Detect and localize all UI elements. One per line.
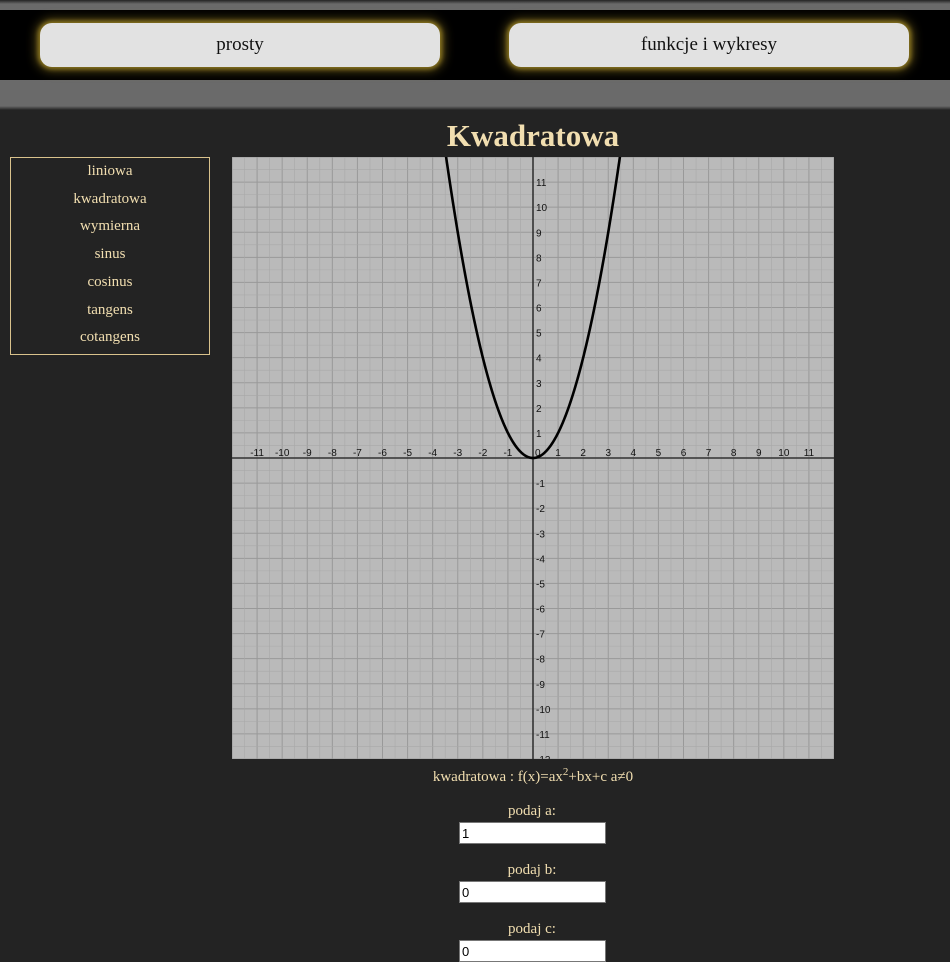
y-tick-label: -4 — [536, 554, 545, 565]
y-tick-label: -2 — [536, 504, 545, 515]
y-tick-label: -11 — [536, 730, 550, 741]
x-tick-label: -2 — [478, 448, 487, 459]
y-tick-label: -5 — [536, 579, 545, 590]
y-tick-label: 3 — [536, 379, 542, 390]
menu-item-wymierna[interactable]: wymierna — [80, 215, 140, 243]
x-tick-label: 4 — [631, 448, 637, 459]
x-tick-label: 3 — [605, 448, 611, 459]
y-tick-label: -6 — [536, 605, 545, 616]
menu-item-kwadratowa[interactable]: kwadratowa — [73, 188, 146, 216]
page-title: Kwadratowa — [446, 118, 620, 153]
x-tick-label: 7 — [706, 448, 712, 459]
x-tick-label: -8 — [328, 448, 337, 459]
nav-button-prosty[interactable]: prosty — [40, 23, 440, 67]
x-tick-label: 2 — [580, 448, 586, 459]
x-tick-label: -9 — [303, 448, 312, 459]
y-tick-label: 11 — [536, 178, 547, 189]
y-tick-label: 8 — [536, 253, 542, 264]
x-tick-label: -6 — [378, 448, 387, 459]
menu-item-cotangens[interactable]: cotangens — [80, 326, 140, 354]
y-tick-label: 7 — [536, 278, 542, 289]
x-tick-label: 9 — [756, 448, 762, 459]
y-tick-label: -12 — [536, 755, 551, 759]
y-tick-label: 2 — [536, 404, 542, 415]
function-formula: kwadratowa : f(x)=ax2+bx+c a≠0 — [232, 766, 834, 786]
input-b[interactable] — [459, 881, 606, 903]
x-tick-label: -4 — [428, 448, 437, 459]
x-tick-label: -11 — [250, 448, 264, 459]
x-tick-label: 5 — [656, 448, 662, 459]
x-tick-label: -1 — [503, 448, 512, 459]
function-graph: -11 -10 -9 -8 -7 -6 -5 -4 -3 -2 -1 0 1 2 3 4 5 6 7 8 9 10 1111… — [232, 157, 834, 759]
input-a[interactable] — [459, 822, 606, 844]
y-tick-label: -1 — [536, 479, 545, 490]
menu-item-sinus[interactable]: sinus — [95, 243, 126, 271]
y-tick-label: 5 — [536, 329, 542, 340]
x-tick-label: 8 — [731, 448, 737, 459]
y-tick-label: -7 — [536, 630, 545, 641]
menu-item-tangens[interactable]: tangens — [87, 299, 133, 327]
menu-item-liniowa[interactable]: liniowa — [88, 160, 133, 188]
x-tick-label: -7 — [353, 448, 362, 459]
x-tick-label: 11 — [804, 448, 815, 459]
x-tick-label: 6 — [681, 448, 687, 459]
nav-button-funkcje-i-wykresy[interactable]: funkcje i wykresy — [509, 23, 909, 67]
y-tick-label: 4 — [536, 354, 542, 365]
formula-prefix: kwadratowa : f(x)=ax — [432, 769, 563, 785]
function-menu: liniowa kwadratowa wymierna sinus cosinu… — [10, 157, 210, 355]
y-tick-label: 6 — [536, 304, 542, 315]
y-tick-label: 10 — [536, 203, 548, 214]
y-tick-label: 9 — [536, 228, 542, 239]
y-tick-label: -10 — [536, 705, 551, 716]
x-tick-label: -10 — [275, 448, 290, 459]
x-tick-label: 1 — [555, 448, 561, 459]
top-navigation-bar: prosty funkcje i wykresy — [0, 10, 950, 80]
input-c[interactable] — [459, 940, 606, 962]
y-tick-label: 1 — [536, 429, 542, 440]
menu-item-cosinus[interactable]: cosinus — [88, 271, 133, 299]
label-b: podaj b: — [507, 862, 557, 878]
x-tick-label: -3 — [453, 448, 462, 459]
label-c: podaj c: — [508, 921, 556, 937]
y-tick-label: -8 — [536, 655, 545, 666]
x-tick-label: -5 — [403, 448, 412, 459]
y-tick-label: -3 — [536, 529, 545, 540]
formula-suffix: +bx+c a≠0 — [568, 769, 634, 785]
x-tick-label: 10 — [778, 448, 790, 459]
y-tick-label: -9 — [536, 680, 545, 691]
label-a: podaj a: — [508, 803, 556, 819]
